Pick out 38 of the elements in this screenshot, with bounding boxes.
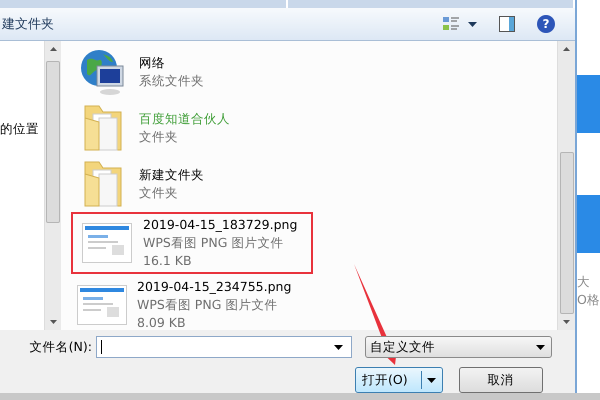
nav-item[interactable]: 的位置 bbox=[0, 121, 39, 136]
file-type: WPS看图 PNG 图片文件 bbox=[143, 234, 284, 252]
file-name: 2019-04-15_183729.png bbox=[143, 216, 298, 234]
page-banner bbox=[577, 75, 600, 133]
screenshot-thumbnail bbox=[82, 223, 132, 263]
file-name: 新建文件夹 bbox=[139, 166, 204, 184]
help-icon[interactable]: ? bbox=[537, 15, 555, 33]
scroll-down-arrow-icon[interactable] bbox=[563, 320, 570, 324]
file-type: 系统文件夹 bbox=[139, 72, 204, 90]
dropdown-caret-icon[interactable] bbox=[468, 22, 477, 26]
file-size: 16.1 KB bbox=[143, 252, 193, 270]
toolbar-title[interactable]: 建文件夹 bbox=[2, 15, 442, 33]
file-type: 文件夹 bbox=[139, 128, 179, 146]
cancel-button[interactable]: 取消 bbox=[458, 367, 543, 393]
open-button[interactable]: 打开(O) bbox=[355, 367, 443, 393]
screenshot-thumbnail bbox=[77, 285, 127, 325]
page-banner bbox=[577, 195, 600, 253]
file-size: 8.09 KB bbox=[137, 314, 187, 330]
caret-icon bbox=[426, 378, 436, 382]
file-name: 网络 bbox=[139, 54, 166, 72]
caret-icon bbox=[536, 344, 545, 350]
scroll-up-arrow-icon[interactable] bbox=[50, 47, 56, 51]
file-name: 百度知道合伙人 bbox=[139, 110, 230, 128]
file-type: 文件夹 bbox=[139, 184, 179, 202]
scroll-up-arrow-icon[interactable] bbox=[563, 47, 570, 51]
caret-icon bbox=[334, 344, 343, 350]
file-name: 2019-04-15_234755.png bbox=[137, 278, 292, 296]
filename-field[interactable] bbox=[96, 336, 352, 358]
view-options-icon[interactable] bbox=[442, 16, 460, 32]
file-type-dropdown[interactable]: 自定义文件 bbox=[365, 336, 552, 358]
preview-pane-icon[interactable] bbox=[499, 16, 515, 32]
filename-label: 文件名(N): bbox=[30, 338, 93, 356]
page-text: 大 bbox=[577, 273, 591, 291]
file-type: WPS看图 PNG 图片文件 bbox=[137, 296, 278, 314]
scrollbar[interactable] bbox=[44, 41, 61, 330]
page-text: O格 bbox=[577, 291, 600, 309]
scrollbar[interactable] bbox=[557, 41, 575, 330]
scroll-down-arrow-icon[interactable] bbox=[50, 320, 56, 324]
